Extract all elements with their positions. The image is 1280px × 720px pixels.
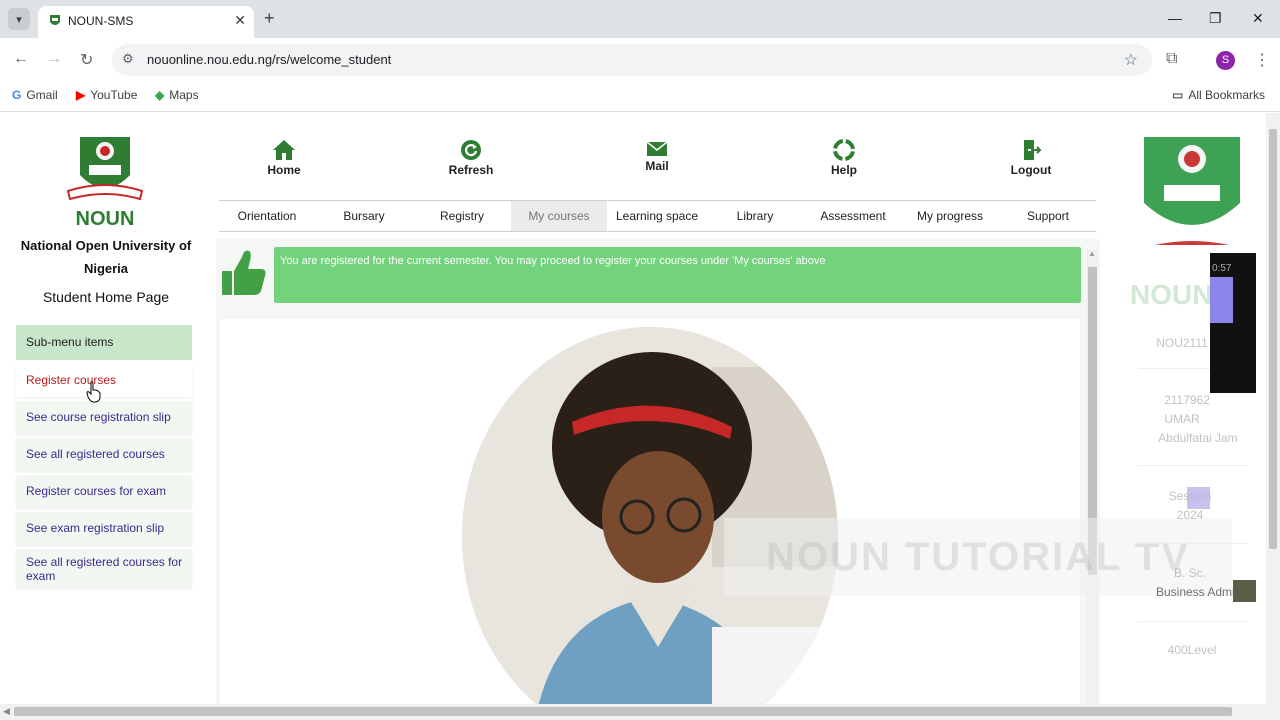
- noun-logo: NOUN: [66, 137, 144, 227]
- address-bar[interactable]: ⚙ nouonline.nou.edu.ng/rs/welcome_studen…: [112, 44, 1152, 76]
- nav-home-label: Home: [267, 163, 301, 177]
- page-content: NOUN National Open University of Nigeria…: [0, 113, 1280, 704]
- maps-icon: ◆: [155, 88, 165, 102]
- separator: [1138, 465, 1248, 466]
- browser-menu-icon[interactable]: ⋮: [1254, 50, 1270, 70]
- menu-learning-space[interactable]: Learning space: [609, 201, 705, 231]
- svg-text:NOUN: NOUN: [76, 208, 135, 227]
- bookmark-label: Gmail: [26, 88, 58, 102]
- close-window-icon[interactable]: ✕: [1252, 10, 1264, 27]
- bookmark-gmail[interactable]: G Gmail: [12, 88, 58, 102]
- nav-refresh[interactable]: Refresh: [426, 139, 516, 177]
- reload-icon[interactable]: ↻: [80, 50, 93, 70]
- content-scrollbar[interactable]: ▲: [1086, 249, 1098, 704]
- nav-logout-label: Logout: [1010, 163, 1052, 177]
- separator: [1138, 621, 1248, 622]
- submenu-exam-registration-slip[interactable]: See exam registration slip: [16, 512, 192, 545]
- profile-panel: NOUN NOU2111 2117962 UMAR Abdulfatai Jam…: [1118, 113, 1266, 704]
- all-bookmarks-label: All Bookmarks: [1188, 88, 1266, 102]
- nav-logout[interactable]: Logout: [986, 139, 1076, 177]
- university-name: National Open University of Nigeria: [20, 238, 192, 276]
- restore-icon[interactable]: ❐: [1209, 10, 1222, 27]
- tab-search-icon[interactable]: ▾: [8, 8, 30, 30]
- minimize-icon[interactable]: —: [1168, 10, 1182, 26]
- scroll-left-icon[interactable]: ◀: [3, 706, 10, 717]
- refresh-icon: [461, 140, 481, 160]
- browser-toolbar: ← → ↻ ⚙ nouonline.nou.edu.ng/rs/welcome_…: [0, 38, 1280, 82]
- tab-strip: ▾ NOUN-SMS ✕ + — ❐ ✕: [0, 0, 1280, 38]
- noun-favicon-icon: [50, 15, 60, 25]
- overlay-block: [1210, 277, 1233, 323]
- folder-icon: ▭: [1172, 88, 1184, 102]
- profile-name-1: UMAR: [1164, 412, 1200, 426]
- video-overlay: 0:57: [1210, 253, 1256, 393]
- bookmark-star-icon[interactable]: ☆: [1124, 50, 1138, 70]
- site-info-icon[interactable]: ⚙: [122, 51, 134, 67]
- page-scroll-thumb[interactable]: [1269, 129, 1277, 549]
- profile-level: 400Level: [1167, 643, 1217, 657]
- forward-icon[interactable]: →: [46, 50, 62, 68]
- main-menu-bar: Orientation Bursary Registry My courses …: [219, 200, 1096, 232]
- bookmark-youtube[interactable]: ▶ YouTube: [76, 88, 137, 102]
- nav-help[interactable]: Help: [799, 139, 889, 177]
- all-bookmarks[interactable]: ▭ All Bookmarks: [1172, 88, 1265, 102]
- nav-home[interactable]: Home: [239, 139, 329, 177]
- profile-session: 2024: [1176, 508, 1204, 522]
- submenu-register-exam[interactable]: Register courses for exam: [16, 475, 192, 508]
- menu-my-progress[interactable]: My progress: [902, 201, 998, 231]
- submenu-register-courses[interactable]: Register courses: [16, 364, 192, 397]
- page-scrollbar[interactable]: [1266, 113, 1280, 704]
- horizontal-scroll-thumb[interactable]: [14, 707, 1232, 716]
- profile-degree: B. Sc.: [1173, 566, 1206, 580]
- menu-library[interactable]: Library: [707, 201, 803, 231]
- overlay-block: [1187, 487, 1210, 509]
- new-tab-icon[interactable]: +: [264, 8, 275, 29]
- submenu: Sub-menu items Register courses See cour…: [16, 325, 192, 588]
- menu-assessment[interactable]: Assessment: [805, 201, 901, 231]
- bookmark-label: YouTube: [90, 88, 138, 102]
- extensions-icon[interactable]: ⧉: [1166, 50, 1177, 68]
- bookmark-maps[interactable]: ◆ Maps: [155, 88, 199, 102]
- profile-avatar[interactable]: S: [1216, 51, 1235, 70]
- menu-my-courses[interactable]: My courses: [511, 201, 607, 231]
- nav-mail-label: Mail: [645, 159, 669, 173]
- overlay-block: [1233, 580, 1256, 602]
- hand-cursor-icon: [86, 381, 101, 403]
- profile-id: 2117962: [1164, 393, 1210, 407]
- bookmarks-bar: G Gmail ▶ YouTube ◆ Maps ▭ All Bookmarks: [0, 82, 1280, 112]
- registration-notice: You are registered for the current semes…: [274, 247, 1081, 303]
- nav-refresh-label: Refresh: [448, 163, 494, 177]
- logout-icon: [1024, 140, 1042, 160]
- menu-bursary[interactable]: Bursary: [316, 201, 412, 231]
- mail-icon: [646, 141, 668, 156]
- url-text[interactable]: nouonline.nou.edu.ng/rs/welcome_student: [147, 52, 391, 67]
- scroll-up-icon[interactable]: ▲: [1088, 249, 1096, 258]
- back-icon[interactable]: ←: [13, 50, 29, 68]
- page-title: Student Home Page: [42, 289, 170, 305]
- bookmark-label: Maps: [169, 88, 199, 102]
- menu-registry[interactable]: Registry: [414, 201, 510, 231]
- google-icon: G: [12, 88, 22, 102]
- horizontal-scrollbar[interactable]: ◀: [0, 704, 1280, 720]
- submenu-header: Sub-menu items: [16, 325, 192, 360]
- overlay-time: 0:57: [1212, 263, 1232, 274]
- browser-tab[interactable]: NOUN-SMS ✕: [38, 6, 254, 38]
- submenu-course-registration-slip[interactable]: See course registration slip: [16, 401, 192, 434]
- home-icon: [273, 140, 295, 160]
- submenu-all-registered-exam[interactable]: See all registered courses for exam: [16, 549, 192, 588]
- tab-title: NOUN-SMS: [68, 14, 134, 28]
- nav-help-label: Help: [830, 163, 857, 177]
- profile-name-2: Abdulfatai Jam: [1158, 431, 1238, 445]
- submenu-all-registered-courses[interactable]: See all registered courses: [16, 438, 192, 471]
- menu-orientation[interactable]: Orientation: [219, 201, 315, 231]
- thumbs-up-icon: [222, 250, 266, 295]
- menu-support[interactable]: Support: [1000, 201, 1096, 231]
- youtube-icon: ▶: [76, 88, 86, 102]
- separator: [1138, 543, 1248, 544]
- noun-logo-right: [1144, 137, 1240, 245]
- nav-mail[interactable]: Mail: [612, 139, 702, 173]
- close-tab-icon[interactable]: ✕: [234, 12, 246, 29]
- help-lifebuoy-icon: [833, 139, 855, 161]
